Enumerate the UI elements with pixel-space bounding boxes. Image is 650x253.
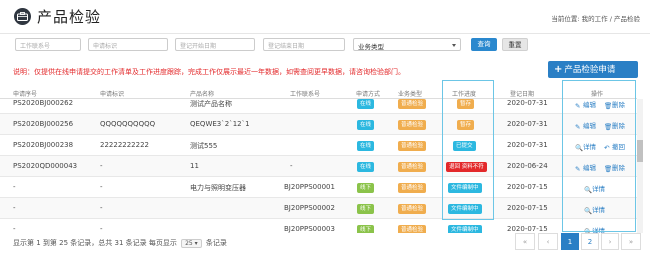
col-header-mark: 申请标识 bbox=[100, 91, 125, 98]
next-page-button[interactable]: › bbox=[601, 233, 619, 250]
cell-work-no: BJ20PPS00002 bbox=[284, 204, 335, 212]
instruction-note: 说明：仅提供在线申请提交的工作清单及工作进度跟踪，完成工作仅展示最近一年数据，如… bbox=[13, 68, 405, 76]
cell-mark: - bbox=[100, 162, 103, 170]
pagination-summary: 显示第 1 到第 25 条记录，总共 31 条记录 每页显示 25 ▾ 条记录 bbox=[13, 238, 227, 248]
cell-mark: - bbox=[100, 225, 103, 233]
cell-seq: PS2020BJ000256 bbox=[13, 120, 74, 128]
method-badge: 线下 bbox=[357, 225, 375, 233]
cell-seq: - bbox=[13, 225, 16, 233]
first-page-button[interactable]: « bbox=[515, 233, 535, 250]
table-row: PS2020BJ000256 QQQQQQQQQQ QEQWE3`2`12`1 … bbox=[0, 114, 637, 135]
progress-column-highlight bbox=[442, 80, 494, 220]
summary-text: 显示第 1 到第 25 条记录，总共 31 条记录 每页显示 bbox=[13, 239, 177, 247]
page-size-value: 25 bbox=[185, 240, 193, 247]
product-inspection-apply-button[interactable]: + 产品检验申请 bbox=[548, 61, 638, 78]
cell-mark: - bbox=[100, 183, 103, 191]
cell-date: 2020-07-31 bbox=[507, 141, 548, 149]
table-row: - - BJ20PPS00002 线下 普通检验 文件编制中 2020-07-1… bbox=[0, 198, 637, 219]
apply-id-input[interactable]: 申请标识 bbox=[88, 38, 168, 51]
method-badge: 线下 bbox=[357, 204, 375, 214]
cell-date: 2020-07-15 bbox=[507, 225, 548, 233]
btype-badge: 普通检验 bbox=[398, 225, 427, 233]
cell-seq: - bbox=[13, 204, 16, 212]
reset-button[interactable]: 重置 bbox=[502, 38, 528, 51]
business-type-value: 业务类型 bbox=[358, 43, 384, 51]
col-header-work-no: 工作联系号 bbox=[290, 91, 321, 98]
method-badge: 在线 bbox=[357, 141, 375, 151]
col-header-btype: 业务类型 bbox=[398, 91, 423, 98]
briefcase-icon bbox=[14, 8, 31, 25]
plus-icon: + bbox=[554, 64, 563, 75]
chevron-down-icon bbox=[452, 44, 456, 47]
table-body: PS2020BJ000262 测试产品名称 在线 普通检验 暂存 2020-07… bbox=[0, 99, 637, 233]
btype-badge: 普通检验 bbox=[398, 183, 427, 193]
breadcrumb-current: 产品检验 bbox=[614, 15, 640, 23]
page-1-button[interactable]: 1 bbox=[561, 233, 579, 250]
method-badge: 在线 bbox=[357, 99, 375, 109]
page-header: 产品检验 当前位置: 我的工作 / 产品检验 bbox=[0, 0, 650, 34]
scrollbar-thumb[interactable] bbox=[637, 140, 643, 162]
col-header-product: 产品名称 bbox=[190, 91, 215, 98]
actions-column-highlight bbox=[562, 80, 636, 232]
btype-badge: 普通检验 bbox=[398, 141, 427, 151]
cell-product: 测试产品名称 bbox=[190, 100, 232, 108]
cell-work-no: BJ20PPS00003 bbox=[284, 225, 335, 233]
col-header-seq: 申请序号 bbox=[13, 91, 38, 98]
cell-seq: PS2020BJ000262 bbox=[13, 99, 74, 107]
breadcrumb-separator: / bbox=[609, 15, 612, 23]
table-row: PS2020BJ000262 测试产品名称 在线 普通检验 暂存 2020-07… bbox=[0, 99, 637, 114]
method-badge: 在线 bbox=[357, 120, 375, 130]
table-row: PS2020QD000043 - 11 - 在线 普通检验 退回 资料不符 20… bbox=[0, 156, 637, 177]
btype-badge: 普通检验 bbox=[398, 204, 427, 214]
apply-button-label: 产品检验申请 bbox=[564, 65, 616, 75]
method-badge: 在线 bbox=[357, 162, 375, 172]
progress-badge: 文件编制中 bbox=[448, 225, 482, 233]
breadcrumb: 当前位置: 我的工作 / 产品检验 bbox=[551, 13, 640, 23]
cell-seq: - bbox=[13, 183, 16, 191]
col-header-date: 登记日期 bbox=[510, 91, 535, 98]
page-title: 产品检验 bbox=[37, 8, 102, 26]
cell-date: 2020-07-15 bbox=[507, 204, 548, 212]
cell-date: 2020-07-31 bbox=[507, 120, 548, 128]
btype-badge: 普通检验 bbox=[398, 162, 427, 172]
breadcrumb-my-work[interactable]: 我的工作 bbox=[582, 15, 608, 23]
work-no-input[interactable]: 工作联系号 bbox=[15, 38, 81, 51]
table-header: 申请序号 申请标识 产品名称 工作联系号 申请方式 业务类型 工作进度 登记日期… bbox=[0, 87, 637, 99]
summary-suffix: 条记录 bbox=[205, 239, 227, 247]
btype-badge: 普通检验 bbox=[398, 99, 427, 109]
page-2-button[interactable]: 2 bbox=[581, 233, 599, 250]
cell-product: 测试555 bbox=[190, 142, 218, 150]
cell-seq: PS2020QD000043 bbox=[13, 162, 78, 170]
start-date-input[interactable]: 登记开始日期 bbox=[175, 38, 255, 51]
cell-date: 2020-07-15 bbox=[507, 183, 548, 191]
page-size-select[interactable]: 25 ▾ bbox=[181, 239, 202, 248]
breadcrumb-label: 当前位置: bbox=[551, 15, 580, 23]
vertical-scrollbar[interactable] bbox=[637, 99, 643, 233]
cell-product: 11 bbox=[190, 162, 199, 170]
table-row: PS2020BJ000238 22222222222 测试555 在线 普通检验… bbox=[0, 135, 637, 156]
business-type-select[interactable]: 业务类型 bbox=[353, 38, 461, 51]
cell-seq: PS2020BJ000238 bbox=[13, 141, 74, 149]
end-date-input[interactable]: 登记结束日期 bbox=[263, 38, 345, 51]
btype-badge: 普通检验 bbox=[398, 120, 427, 130]
cell-date: 2020-07-31 bbox=[507, 99, 548, 107]
last-page-button[interactable]: » bbox=[621, 233, 641, 250]
cell-date: 2020-06-24 bbox=[507, 162, 548, 170]
cell-product: QEQWE3`2`12`1 bbox=[190, 120, 250, 128]
cell-mark: QQQQQQQQQQ bbox=[100, 120, 156, 128]
col-header-method: 申请方式 bbox=[356, 91, 381, 98]
cell-work-no: - bbox=[290, 162, 293, 170]
cell-mark: - bbox=[100, 204, 103, 212]
table-row: - - 电力与照明变压器 BJ20PPS00001 线下 普通检验 文件编制中 … bbox=[0, 177, 637, 198]
cell-work-no: BJ20PPS00001 bbox=[284, 183, 335, 191]
cell-product: 电力与照明变压器 bbox=[190, 184, 246, 192]
method-badge: 线下 bbox=[357, 183, 375, 193]
table-row: - - BJ20PPS00003 线下 普通检验 文件编制中 2020-07-1… bbox=[0, 219, 637, 233]
cell-mark: 22222222222 bbox=[100, 141, 149, 149]
query-button[interactable]: 查询 bbox=[471, 38, 497, 51]
prev-page-button[interactable]: ‹ bbox=[538, 233, 558, 250]
